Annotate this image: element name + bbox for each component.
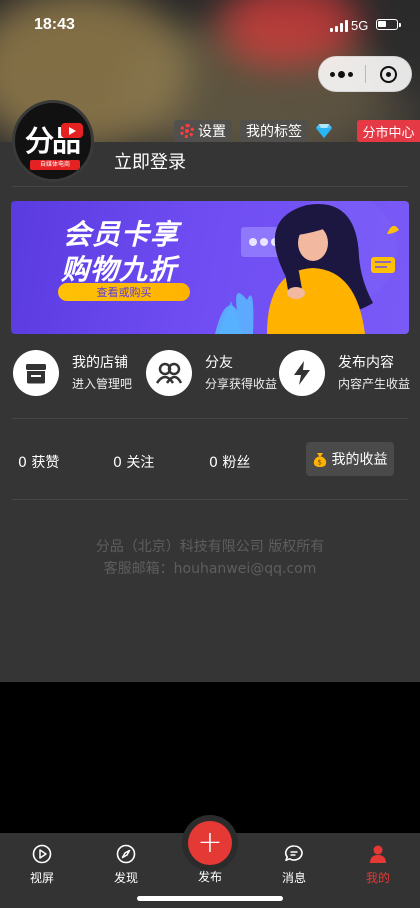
status-time: 18:43 xyxy=(34,16,75,33)
likes-count[interactable]: 0 获赞 xyxy=(18,452,59,474)
play-icon xyxy=(61,123,83,138)
lightning-icon xyxy=(279,350,325,396)
settings-label: 设置 xyxy=(198,124,226,140)
banner-view-buy-button[interactable]: 查看或购买 xyxy=(58,283,190,301)
more-icon[interactable] xyxy=(319,57,365,91)
my-store-shortcut[interactable]: 我的店铺 进入管理吧 xyxy=(13,348,132,398)
tab-label: 我的 xyxy=(365,871,390,885)
tags-label: 我的标签 xyxy=(246,124,302,140)
banner-illustration xyxy=(215,201,399,334)
battery-icon xyxy=(376,19,401,30)
divider xyxy=(12,186,408,187)
home-indicator xyxy=(137,896,283,901)
divider xyxy=(12,418,408,419)
store-icon xyxy=(13,350,59,396)
shortcut-title: 我的店铺 xyxy=(72,354,128,371)
moneybag-icon: $ xyxy=(313,452,326,467)
shortcut-subtitle: 内容产生收益 xyxy=(338,376,411,391)
publish-label: 发布 xyxy=(197,870,222,884)
gear-icon xyxy=(180,124,194,138)
my-tags-button[interactable]: 我的标签 xyxy=(240,120,308,142)
network-type: 5G xyxy=(351,18,369,33)
copyright-text: 分品（北京）科技有限公司 版权所有 xyxy=(95,539,325,555)
close-mini-program-icon[interactable] xyxy=(365,57,411,91)
login-link[interactable]: 立即登录 xyxy=(114,148,186,174)
tab-videos[interactable]: 视屏 xyxy=(12,843,72,886)
settings-button[interactable]: 设置 xyxy=(174,120,232,142)
publish-content-shortcut[interactable]: 发布内容 内容产生收益 xyxy=(279,348,410,398)
profile-page: 18:43 5G 分品 自媒体电商 设置 我的标签 分市中心 立即登录 会员卡享… xyxy=(0,0,420,908)
fans-count[interactable]: 0 粉丝 xyxy=(209,452,250,474)
banner-title: 会员卡享 xyxy=(63,218,180,251)
membership-banner[interactable]: 会员卡享 购物九折 查看或购买 xyxy=(11,201,409,334)
play-circle-icon xyxy=(12,843,72,865)
earnings-label: 我的收益 xyxy=(331,452,388,468)
distribution-center-button[interactable]: 分市中心 xyxy=(357,120,420,142)
shortcut-title: 发布内容 xyxy=(338,354,394,371)
shortcut-title: 分友 xyxy=(205,354,233,371)
my-earnings-button[interactable]: $ 我的收益 xyxy=(306,442,394,476)
support-email: 客服邮箱：houhanwei@qq.com xyxy=(103,561,317,577)
friends-icon xyxy=(146,350,192,396)
following-count[interactable]: 0 关注 xyxy=(113,452,154,474)
signal-icon xyxy=(330,20,348,32)
divider xyxy=(12,499,408,500)
tab-label: 消息 xyxy=(281,871,306,885)
user-icon xyxy=(348,843,408,865)
tab-discover[interactable]: 发现 xyxy=(96,843,156,886)
tab-label: 发现 xyxy=(113,871,138,885)
header-actions: 设置 我的标签 xyxy=(174,120,332,142)
mini-program-capsule xyxy=(318,56,412,92)
shortcut-subtitle: 分享获得收益 xyxy=(205,376,278,391)
plus-icon: + xyxy=(188,821,232,865)
banner-subtitle: 购物九折 xyxy=(61,253,178,286)
battery-level xyxy=(378,21,386,27)
tab-messages[interactable]: 消息 xyxy=(264,843,324,886)
compass-icon xyxy=(96,843,156,865)
content-area: 立即登录 会员卡享 购物九折 查看或购买 我的店铺 进入管理吧 分友 分享获得收… xyxy=(0,142,420,682)
publish-button[interactable]: + xyxy=(182,815,238,871)
avatar[interactable]: 分品 自媒体电商 xyxy=(12,100,94,182)
diamond-icon[interactable] xyxy=(316,123,332,139)
message-icon xyxy=(264,843,324,865)
logo-strip: 自媒体电商 xyxy=(30,160,80,170)
tab-label: 视屏 xyxy=(29,871,54,885)
status-bar: 18:43 5G xyxy=(0,0,420,54)
svg-text:$: $ xyxy=(317,458,321,466)
friends-shortcut[interactable]: 分友 分享获得收益 xyxy=(146,348,277,398)
tab-me[interactable]: 我的 xyxy=(348,843,408,886)
shortcut-subtitle: 进入管理吧 xyxy=(72,376,133,391)
